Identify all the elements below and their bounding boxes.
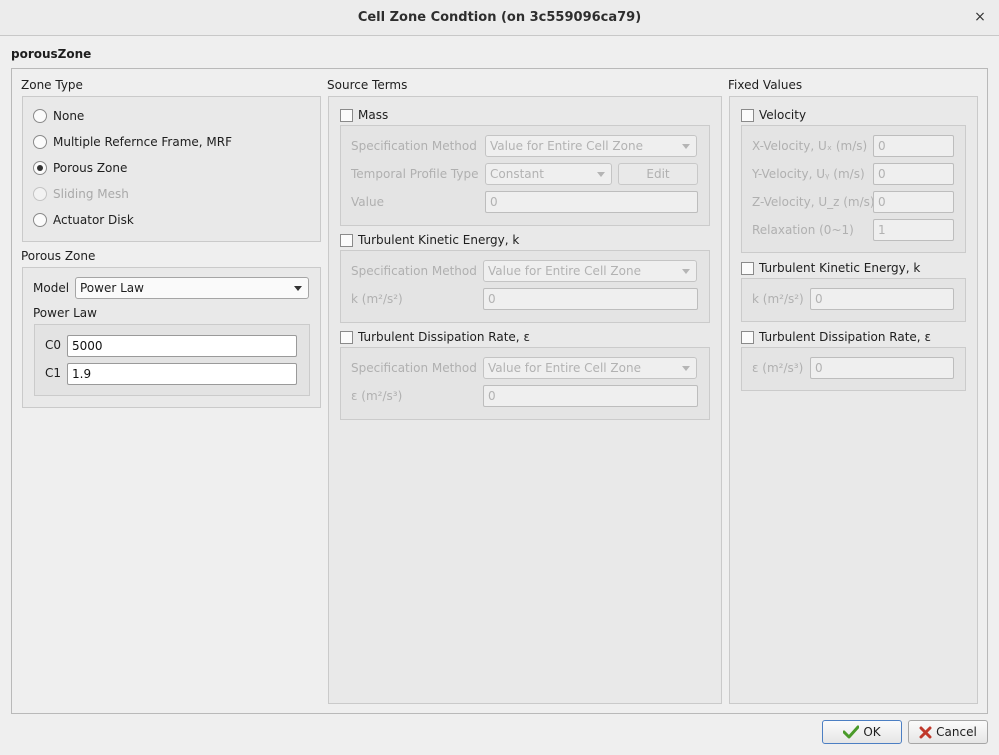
c0-label: C0 — [45, 338, 62, 352]
cancel-label: Cancel — [936, 725, 977, 739]
ux-label: X-Velocity, Uₓ (m/s) — [752, 139, 868, 153]
source-tdr-checkbox-row[interactable]: Turbulent Dissipation Rate, ε — [340, 329, 530, 345]
fixed-tdr-label: Turbulent Dissipation Rate, ε — [759, 330, 931, 344]
mass-spec-value: Value for Entire Cell Zone — [490, 139, 643, 153]
fixed-tke-checkbox[interactable] — [741, 261, 754, 275]
chevron-down-icon — [682, 366, 690, 371]
mass-label: Mass — [358, 108, 389, 122]
mass-value-input: 0 — [485, 191, 698, 213]
fixed-tke-label: Turbulent Kinetic Energy, k — [759, 261, 921, 275]
velocity-checkbox[interactable] — [741, 108, 754, 122]
relaxation-label: Relaxation (0~1) — [752, 223, 854, 237]
radio-label: Multiple Refernce Frame, MRF — [53, 135, 233, 149]
radio-button[interactable] — [33, 109, 47, 123]
source-terms-title: Source Terms — [327, 78, 408, 92]
source-tke-spec-value: Value for Entire Cell Zone — [488, 264, 641, 278]
radio-button[interactable] — [33, 135, 47, 149]
cross-icon — [919, 726, 932, 738]
velocity-label: Velocity — [759, 108, 807, 122]
checkmark-icon — [843, 725, 860, 739]
zone-type-title: Zone Type — [21, 78, 83, 92]
radio-label: Sliding Mesh — [53, 187, 129, 201]
source-e-input: 0 — [483, 385, 698, 407]
model-label: Model — [33, 281, 70, 295]
model-select-value: Power Law — [80, 281, 144, 295]
power-law-title: Power Law — [33, 306, 97, 320]
c1-input[interactable]: 1.9 — [67, 363, 297, 385]
radio-button-disabled — [33, 187, 47, 201]
cancel-button[interactable]: Cancel — [908, 720, 988, 744]
source-tdr-spec-select: Value for Entire Cell Zone — [483, 357, 697, 379]
radio-porous-zone[interactable]: Porous Zone — [33, 159, 127, 177]
source-tke-spec-label: Specification Method — [351, 264, 477, 278]
title-bar: Cell Zone Condtion (on 3c559096ca79) × — [0, 0, 999, 36]
model-select[interactable]: Power Law — [75, 277, 309, 299]
source-tke-checkbox[interactable] — [340, 233, 353, 247]
radio-button-checked[interactable] — [33, 161, 47, 175]
c0-input[interactable]: 5000 — [67, 335, 297, 357]
ok-label: OK — [863, 725, 881, 739]
velocity-checkbox-row[interactable]: Velocity — [741, 107, 806, 123]
source-tke-label: Turbulent Kinetic Energy, k — [358, 233, 520, 247]
fixed-e-input: 0 — [810, 357, 954, 379]
mass-checkbox[interactable] — [340, 108, 353, 122]
source-k-input: 0 — [483, 288, 698, 310]
radio-mrf[interactable]: Multiple Refernce Frame, MRF — [33, 133, 232, 151]
source-tke-checkbox-row[interactable]: Turbulent Kinetic Energy, k — [340, 232, 519, 248]
source-e-label: ε (m²/s³) — [351, 389, 403, 403]
mass-spec-select: Value for Entire Cell Zone — [485, 135, 697, 157]
chevron-down-icon — [597, 172, 605, 177]
radio-none[interactable]: None — [33, 107, 84, 125]
mass-checkbox-row[interactable]: Mass — [340, 107, 388, 123]
c1-label: C1 — [45, 366, 62, 380]
relaxation-input: 1 — [873, 219, 954, 241]
source-k-label: k (m²/s²) — [351, 292, 403, 306]
uz-label: Z-Velocity, U_z (m/s) — [752, 195, 875, 209]
source-tdr-label: Turbulent Dissipation Rate, ε — [358, 330, 530, 344]
mass-edit-button: Edit — [618, 163, 698, 185]
chevron-down-icon — [682, 144, 690, 149]
uz-input: 0 — [873, 191, 954, 213]
radio-label: None — [53, 109, 85, 123]
mass-spec-label: Specification Method — [351, 139, 477, 153]
fixed-k-input: 0 — [810, 288, 954, 310]
fixed-tke-checkbox-row[interactable]: Turbulent Kinetic Energy, k — [741, 260, 920, 276]
window-title: Cell Zone Condtion (on 3c559096ca79) — [357, 10, 642, 25]
chevron-down-icon — [682, 269, 690, 274]
porous-zone-title: Porous Zone — [21, 249, 96, 263]
uy-label: Y-Velocity, Uᵧ (m/s) — [752, 167, 865, 181]
fixed-e-label: ε (m²/s³) — [752, 361, 804, 375]
uy-input: 0 — [873, 163, 954, 185]
radio-label: Actuator Disk — [53, 213, 134, 227]
source-tdr-spec-value: Value for Entire Cell Zone — [488, 361, 641, 375]
mass-temporal-value: Constant — [490, 167, 544, 181]
source-tke-spec-select: Value for Entire Cell Zone — [483, 260, 697, 282]
zone-name-heading: porousZone — [11, 47, 92, 61]
mass-temporal-select: Constant — [485, 163, 612, 185]
fixed-values-title: Fixed Values — [728, 78, 803, 92]
mass-value-label: Value — [351, 195, 384, 209]
fixed-k-label: k (m²/s²) — [752, 292, 804, 306]
radio-actuator-disk[interactable]: Actuator Disk — [33, 211, 134, 229]
fixed-tdr-checkbox-row[interactable]: Turbulent Dissipation Rate, ε — [741, 329, 931, 345]
source-tdr-checkbox[interactable] — [340, 330, 353, 344]
source-tdr-spec-label: Specification Method — [351, 361, 477, 375]
fixed-tdr-checkbox[interactable] — [741, 330, 754, 344]
radio-label: Porous Zone — [53, 161, 128, 175]
radio-button[interactable] — [33, 213, 47, 227]
radio-sliding-mesh: Sliding Mesh — [33, 185, 129, 203]
chevron-down-icon — [294, 286, 302, 291]
close-icon[interactable]: × — [973, 9, 987, 25]
ok-button[interactable]: OK — [822, 720, 902, 744]
mass-temporal-label: Temporal Profile Type — [351, 167, 479, 181]
ux-input: 0 — [873, 135, 954, 157]
